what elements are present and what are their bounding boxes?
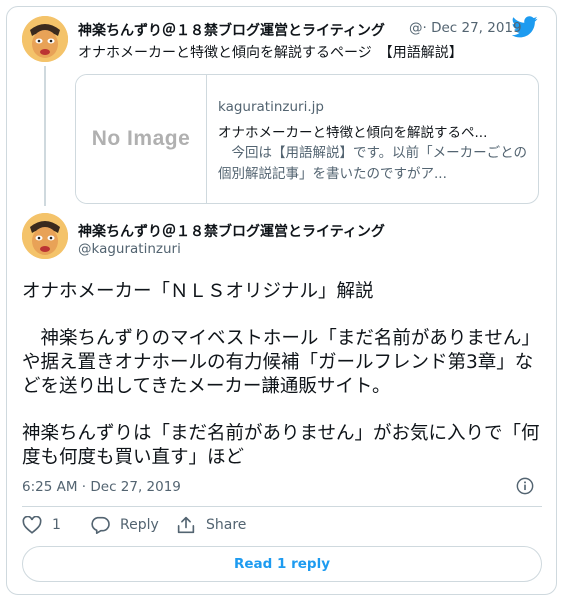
quoted-text: オナホメーカーと特徴と傾向を解説するページ 【用語解説】 [78, 45, 463, 61]
avatar[interactable] [22, 16, 68, 62]
tweet-line: 神楽ちんずりのマイベストホール「まだ名前がありません」や据え置きオナホールの有力… [22, 328, 540, 397]
no-image-label: No Image [91, 127, 191, 150]
avatar-face-icon [22, 16, 68, 62]
read-replies-button[interactable]: Read 1 reply [22, 546, 542, 582]
tweet-line: 神楽ちんずりは「まだ名前がありません」がお気に入りで「何度も何度も買い直す」ほど [22, 423, 540, 468]
link-preview-card[interactable]: No Image kaguratinzuri.jp オナホメーカーと特徴と傾向を… [75, 74, 539, 204]
link-description: 今回は【用語解説】です。以前「メーカーごとの個別解説記事」を書いたのですがア..… [218, 145, 528, 182]
link-thumbnail: No Image [76, 75, 207, 203]
heart-icon [22, 516, 42, 534]
thread-line [44, 66, 46, 206]
reply-label: Reply [120, 517, 159, 533]
share-icon [177, 516, 195, 534]
link-domain: kaguratinzuri.jp [218, 99, 324, 115]
quoted-author-name[interactable]: 神楽ちんずり＠１８禁ブログ運営とライティング [78, 20, 385, 40]
like-count: 1 [52, 517, 61, 533]
avatar[interactable] [22, 213, 68, 259]
reply-button[interactable]: Reply [90, 516, 159, 534]
info-icon[interactable] [516, 477, 534, 495]
author-handle[interactable]: @kaguratinzuri [78, 241, 181, 257]
divider [22, 506, 542, 507]
tweet-timestamp[interactable]: 6:25 AM · Dec 27, 2019 [22, 479, 181, 495]
tweet-line: オナホメーカー「ＮＬＳオリジナル」解説 [22, 281, 374, 302]
like-button[interactable]: 1 [22, 516, 61, 534]
share-label: Share [206, 517, 247, 533]
quoted-meta[interactable]: @· Dec 27, 2019 [409, 20, 522, 36]
tweet-body: オナホメーカー「ＮＬＳオリジナル」解説 神楽ちんずりのマイベストホール「まだ名前… [22, 280, 542, 470]
author-name[interactable]: 神楽ちんずり＠１８禁ブログ運営とライティング [78, 221, 385, 241]
link-title: オナホメーカーと特徴と傾向を解説するペ... [218, 125, 488, 141]
share-button[interactable]: Share [176, 516, 246, 534]
reply-bubble-icon [91, 516, 110, 534]
avatar-face-icon [22, 213, 68, 259]
